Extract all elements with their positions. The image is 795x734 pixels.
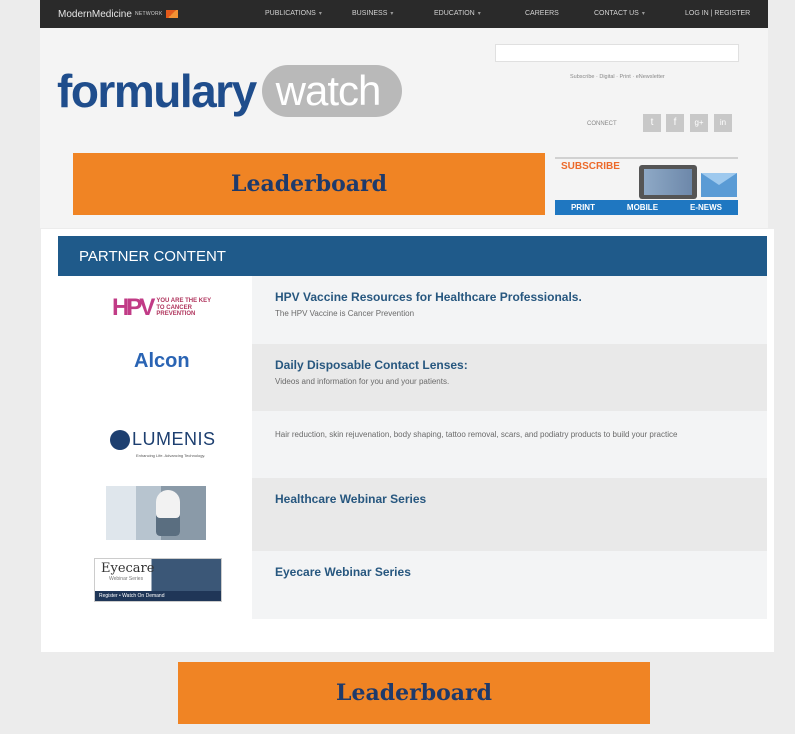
list-item[interactable]: LUMENIS Enhancing Life. Advancing Techno… — [58, 411, 767, 478]
linkedin-icon[interactable]: in — [714, 114, 732, 132]
partner-title[interactable]: HPV Vaccine Resources for Healthcare Pro… — [275, 290, 767, 304]
webinar-photo[interactable] — [58, 478, 252, 551]
site-logo[interactable]: formulary watch — [57, 65, 403, 117]
alcon-logo[interactable]: Alcon — [58, 344, 252, 411]
hpv-mark: HPV — [112, 294, 155, 321]
brand-flag-icon — [165, 10, 178, 18]
subscribe-mobile[interactable]: MOBILE — [627, 203, 658, 212]
search-input[interactable] — [495, 44, 739, 62]
list-item[interactable]: Eyecare Webinar Series Register • Watch … — [58, 551, 767, 619]
subscribe-options: PRINT MOBILE E-NEWS — [555, 200, 738, 215]
envelope-icon — [701, 173, 737, 197]
nav-careers[interactable]: CAREERS — [525, 10, 559, 17]
hpv-logo[interactable]: HPV YOU ARE THE KEY TO CANCER PREVENTION — [58, 276, 252, 344]
top-nav: ModernMedicine NETWORK PUBLICATIONS ▾ BUS… — [40, 0, 768, 28]
twitter-icon[interactable]: t — [643, 114, 661, 132]
list-item[interactable]: HPV YOU ARE THE KEY TO CANCER PREVENTION… — [58, 276, 767, 344]
brand-suffix: NETWORK — [134, 11, 163, 17]
partner-content-panel: PARTNER CONTENT HPV YOU ARE THE KEY TO C… — [41, 229, 774, 652]
partner-title[interactable]: Daily Disposable Contact Lenses: — [275, 358, 767, 372]
chevron-down-icon: ▾ — [390, 11, 394, 17]
subscribe-title: SUBSCRIBE — [561, 161, 620, 172]
logo-secondary: watch — [261, 65, 403, 117]
chevron-down-icon: ▾ — [641, 11, 645, 17]
subscribe-print[interactable]: PRINT — [571, 203, 595, 212]
list-item[interactable]: Alcon Daily Disposable Contact Lenses: V… — [58, 344, 767, 411]
partner-title[interactable]: Eyecare Webinar Series — [275, 565, 767, 579]
partner-description: Videos and information for you and your … — [275, 377, 450, 386]
leaderboard-ad-top[interactable]: Leaderboard — [73, 153, 545, 215]
eyecare-logo[interactable]: Eyecare Webinar Series Register • Watch … — [58, 551, 252, 619]
subscribe-promo[interactable]: SUBSCRIBE PRINT MOBILE E-NEWS — [555, 153, 738, 215]
partner-description: Hair reduction, skin rejuvenation, body … — [275, 430, 678, 439]
doctor-photo — [106, 486, 206, 540]
chevron-down-icon: ▾ — [318, 11, 322, 17]
network-brand[interactable]: ModernMedicine NETWORK — [40, 9, 220, 20]
list-item[interactable]: Healthcare Webinar Series — [58, 478, 767, 551]
utility-links[interactable]: Subscribe · Digital · Print · eNewslette… — [570, 74, 665, 80]
lumenis-logo[interactable]: LUMENIS Enhancing Life. Advancing Techno… — [58, 411, 252, 478]
nav-contact-us[interactable]: CONTACT US ▾ — [594, 10, 645, 17]
nav-publications[interactable]: PUBLICATIONS ▾ — [265, 10, 322, 17]
google-plus-icon[interactable]: g+ — [690, 114, 708, 132]
chevron-down-icon: ▾ — [477, 11, 481, 17]
nav-business[interactable]: BUSINESS ▾ — [352, 10, 393, 17]
partner-description: The HPV Vaccine is Cancer Prevention — [275, 309, 415, 318]
nav-login-register[interactable]: LOG IN | REGISTER — [685, 10, 750, 17]
hpv-logo-text: YOU ARE THE KEY TO CANCER PREVENTION — [156, 298, 212, 318]
partner-title[interactable]: Healthcare Webinar Series — [275, 492, 767, 506]
subscribe-enews[interactable]: E-NEWS — [690, 203, 722, 212]
subscribe-divider — [555, 157, 738, 159]
logo-primary: formulary — [57, 65, 257, 117]
nav-education[interactable]: EDUCATION ▾ — [434, 10, 481, 17]
lumenis-mark-icon — [110, 429, 130, 450]
partner-content-heading: PARTNER CONTENT — [58, 236, 767, 276]
leaderboard-ad-bottom[interactable]: Leaderboard — [178, 662, 650, 724]
connect-label: CONNECT — [587, 121, 617, 127]
tablet-icon — [639, 165, 697, 199]
brand-name: ModernMedicine — [58, 8, 132, 20]
facebook-icon[interactable]: f — [666, 114, 684, 132]
